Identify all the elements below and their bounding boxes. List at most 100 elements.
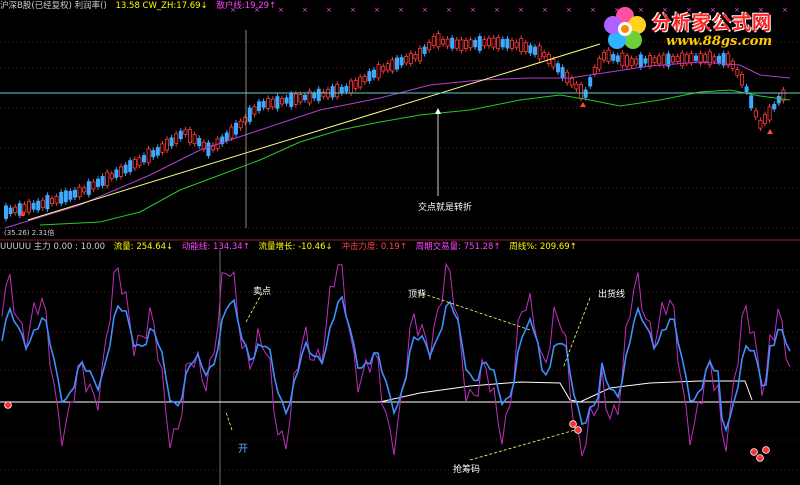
candle-body [114, 169, 119, 178]
candle-body [454, 39, 459, 49]
candle-body [252, 106, 257, 115]
candle-body [514, 41, 519, 48]
candle-body [256, 101, 261, 112]
candle-body [648, 55, 653, 67]
candle-body [63, 190, 68, 203]
candle-body [45, 195, 50, 210]
candle-body [353, 80, 358, 89]
candle-body [440, 38, 445, 45]
candle-body [427, 41, 432, 51]
signal-dot [574, 426, 582, 434]
candle-body [408, 53, 413, 64]
candle-body [40, 199, 45, 209]
candle-body [183, 129, 188, 136]
signal-marker: × [518, 6, 524, 14]
candle-body [141, 155, 146, 163]
candle-body [657, 55, 662, 65]
candle-body [684, 54, 689, 64]
candle-body [109, 173, 114, 179]
signal-dot [756, 454, 764, 462]
candle-body [302, 94, 307, 101]
candle-body [59, 191, 64, 204]
signal-marker: × [278, 6, 284, 14]
candle-body [744, 86, 749, 93]
candle-body [463, 40, 468, 49]
candle-body [270, 98, 275, 108]
sub-header-item-5: 周期交易量: 751.28↑ [415, 242, 501, 252]
candle-body [620, 52, 625, 67]
signal-dot [4, 401, 12, 409]
signal-marker: × [398, 6, 404, 14]
candle-body [68, 190, 73, 200]
candle-body [238, 120, 243, 129]
candle-body [174, 133, 179, 144]
signal-marker: × [374, 6, 380, 14]
candle-body [625, 55, 630, 67]
candle-body [740, 73, 745, 86]
candle-body [339, 86, 344, 94]
candle-body [155, 147, 160, 156]
sub-header-item-2: 动能线: 134.34↑ [181, 242, 250, 252]
candle-body [358, 76, 363, 88]
candle-body [137, 157, 142, 166]
candle-body [348, 80, 353, 94]
candle-body [229, 126, 234, 139]
candle-body [160, 143, 165, 153]
candle-body [763, 113, 768, 125]
candle-body [579, 84, 584, 99]
candle-body [413, 53, 418, 60]
candle-body [266, 97, 271, 109]
exit-line-curve [379, 380, 753, 403]
candle-body [123, 164, 128, 174]
candle-body [206, 142, 211, 157]
signal-marker: × [446, 6, 452, 14]
candle-body [261, 101, 266, 108]
candle-body [450, 37, 455, 49]
candle-body [151, 150, 156, 158]
candle-body [330, 86, 335, 98]
candle-body [422, 46, 427, 54]
bottom-annotation: 顶背 [408, 290, 427, 300]
candle-body [275, 96, 280, 109]
candle-body [100, 176, 105, 186]
candle-body [50, 198, 55, 204]
candle-body [528, 45, 533, 54]
candle-body [284, 97, 289, 104]
candle-body [293, 93, 298, 105]
candle-body [652, 57, 657, 64]
candle-body [629, 58, 634, 67]
candle-body [519, 38, 524, 52]
candle-body [192, 134, 197, 145]
sub-header-item-6: 周线%: 209.69↑ [509, 242, 577, 252]
oscillator-magenta [1, 262, 791, 457]
indicator-annotation-arrow [469, 429, 576, 461]
candle-body [197, 138, 202, 147]
low-marker [580, 102, 586, 107]
signal-marker: × [422, 6, 428, 14]
candle-body [726, 53, 731, 66]
ma-purple-line [4, 61, 791, 229]
flower-logo-icon [604, 7, 646, 49]
candle-body [638, 54, 643, 68]
candle-body [8, 207, 13, 214]
low-marker [767, 129, 773, 134]
candle-body [289, 93, 294, 107]
candle-body [772, 104, 777, 110]
candle-body [178, 130, 183, 139]
signal-marker: × [350, 6, 356, 14]
candle-body [344, 85, 349, 92]
candle-body [233, 122, 238, 135]
candle-body [54, 196, 59, 204]
candle-body [4, 205, 9, 219]
candle-body [82, 187, 87, 193]
sub-header-item-0: UUUUU 主力 0.00 : 10.00 [0, 242, 106, 252]
oscillator-blue [1, 295, 791, 433]
candle-body [335, 83, 340, 98]
candle-body [615, 55, 620, 62]
signal-dot [750, 448, 758, 456]
candle-body [86, 181, 91, 195]
watermark: 分析家公式网 www.88gs.com [600, 2, 800, 54]
candle-body [671, 56, 676, 63]
candle-body [13, 206, 18, 214]
candle-body [132, 158, 137, 169]
